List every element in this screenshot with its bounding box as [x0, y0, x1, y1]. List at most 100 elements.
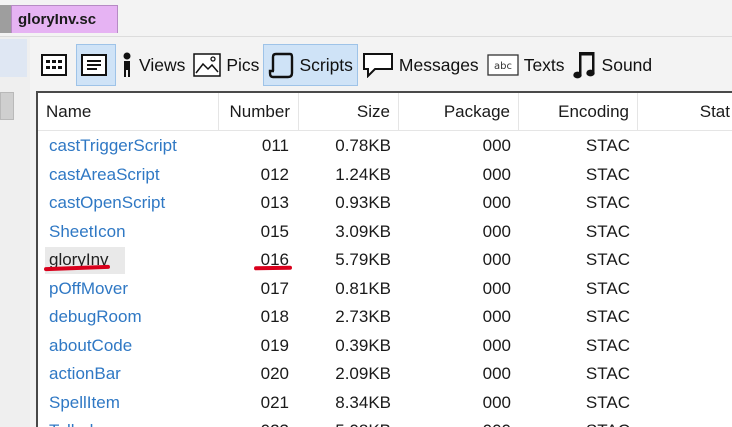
grid-view-button[interactable]	[36, 44, 76, 86]
table-row[interactable]: pOffMover 017 0.81KB 000 STAC	[38, 275, 732, 304]
row-size: 5.79KB	[335, 250, 391, 269]
row-number: 018	[260, 307, 289, 326]
row-package: 000	[482, 136, 511, 155]
row-name: aboutCode	[49, 335, 133, 355]
tab-edge	[0, 5, 11, 33]
row-name: actionBar	[49, 364, 121, 383]
row-encoding: STAC	[585, 136, 630, 155]
messages-button[interactable]: Messages	[358, 44, 483, 86]
column-header-package[interactable]: Package	[399, 93, 519, 131]
row-name: SpellItem	[49, 392, 120, 412]
row-package: 000	[482, 221, 511, 241]
views-button[interactable]: Views	[116, 44, 189, 86]
row-encoding: STAC	[585, 278, 630, 298]
svg-text:abc: abc	[494, 61, 512, 72]
table-row[interactable]: Tellerlcon 023 5.08KB 000 STAC	[38, 417, 732, 427]
column-header-row: Name Number Size Package Encoding Stat	[38, 93, 732, 131]
scripts-button[interactable]: Scripts	[263, 44, 358, 86]
row-name: pOffMover	[49, 278, 129, 298]
row-package: 000	[482, 250, 511, 269]
row-number: 019	[260, 335, 289, 355]
table-row[interactable]: castOpenScript 013 0.93KB 000 STAC	[38, 189, 732, 218]
row-size: 5.08KB	[298, 417, 391, 427]
row-number: 011	[261, 136, 289, 155]
row-package: 000	[408, 417, 511, 427]
table-row[interactable]: debugRoom 018 2.73KB 000 STAC	[38, 303, 732, 332]
row-encoding: STAC	[585, 335, 630, 355]
row-package: 000	[482, 335, 511, 355]
row-size: 2.09KB	[335, 364, 391, 383]
row-package: 000	[482, 164, 511, 184]
image-icon	[193, 53, 222, 77]
list-view-icon	[80, 54, 107, 76]
column-header-name[interactable]: Name	[38, 93, 219, 131]
table-row-selected[interactable]: gloryInv 016 5.79KB 000 STAC	[38, 246, 732, 275]
row-number: 013	[260, 193, 289, 212]
row-size: 2.73KB	[335, 307, 391, 326]
views-label: Views	[139, 54, 186, 75]
table-row[interactable]: SpellItem 021 8.34KB 000 STAC	[38, 389, 732, 418]
script-scroll-icon	[268, 51, 294, 79]
row-name: Tellerlcon	[49, 417, 219, 427]
abc-text-icon: abc	[487, 54, 519, 76]
toolbar: Views Pics Scripts Messages abc Texts So…	[36, 42, 732, 88]
row-name: castAreaScript	[49, 164, 160, 184]
table-row[interactable]: castAreaScript 012 1.24KB 000 STAC	[38, 161, 732, 190]
row-number: 020	[260, 364, 289, 383]
row-number: 023	[219, 417, 289, 427]
table-row[interactable]: castTriggerScript 011 0.78KB 000 STAC	[38, 132, 732, 161]
row-encoding: STAC	[585, 307, 630, 326]
sounds-button[interactable]: Sound	[569, 44, 657, 86]
music-note-icon	[572, 50, 597, 80]
table-row[interactable]: SheetIcon 015 3.09KB 000 STAC	[38, 218, 732, 247]
row-encoding: STAC	[585, 193, 630, 212]
row-number: 017	[260, 278, 289, 298]
views-icon	[120, 52, 134, 78]
row-name: gloryInv	[49, 250, 109, 269]
speech-bubble-icon	[362, 52, 394, 78]
row-encoding: STAC	[585, 250, 630, 269]
row-size: 8.34KB	[335, 392, 391, 412]
row-encoding: STAC	[585, 364, 630, 383]
annotation-underline-number	[253, 265, 293, 271]
row-package: 000	[482, 278, 511, 298]
row-name: castTriggerScript	[49, 136, 177, 155]
row-name: SheetIcon	[49, 221, 126, 241]
column-header-status[interactable]: Stat	[638, 93, 732, 131]
row-size: 0.39KB	[335, 335, 391, 355]
row-package: 000	[482, 392, 511, 412]
resource-list: Name Number Size Package Encoding Stat c…	[36, 91, 732, 427]
document-tab[interactable]: gloryInv.sc	[11, 5, 118, 33]
tab-strip: gloryInv.sc	[0, 0, 732, 37]
row-package: 000	[482, 307, 511, 326]
grid-view-icon	[40, 54, 67, 76]
column-header-encoding[interactable]: Encoding	[519, 93, 638, 131]
table-row[interactable]: aboutCode 019 0.39KB 000 STAC	[38, 332, 732, 361]
row-encoding: STAC	[585, 221, 630, 241]
texts-button[interactable]: abc Texts	[483, 44, 569, 86]
table-row[interactable]: actionBar 020 2.09KB 000 STAC	[38, 360, 732, 389]
row-number: 021	[260, 392, 289, 412]
row-package: 000	[482, 193, 511, 212]
row-name: debugRoom	[49, 307, 142, 326]
row-size: 1.24KB	[335, 164, 391, 184]
pics-button[interactable]: Pics	[189, 44, 263, 86]
pics-label: Pics	[226, 54, 260, 75]
row-encoding: STAC	[585, 164, 630, 184]
row-encoding: STAC	[526, 417, 630, 427]
row-number: 016	[260, 250, 289, 269]
rail-button[interactable]	[0, 92, 14, 120]
column-header-size[interactable]: Size	[299, 93, 399, 131]
row-size: 0.81KB	[335, 278, 391, 298]
row-number: 015	[260, 221, 289, 241]
texts-label: Texts	[523, 54, 565, 75]
list-view-button[interactable]	[76, 44, 116, 86]
row-package: 000	[482, 364, 511, 383]
sounds-label: Sound	[601, 54, 653, 75]
rail-panel	[0, 39, 27, 77]
column-header-number[interactable]: Number	[219, 93, 299, 131]
row-name: castOpenScript	[49, 193, 166, 212]
row-encoding: STAC	[585, 392, 630, 412]
row-size: 0.78KB	[335, 136, 391, 155]
row-number: 012	[260, 164, 289, 184]
